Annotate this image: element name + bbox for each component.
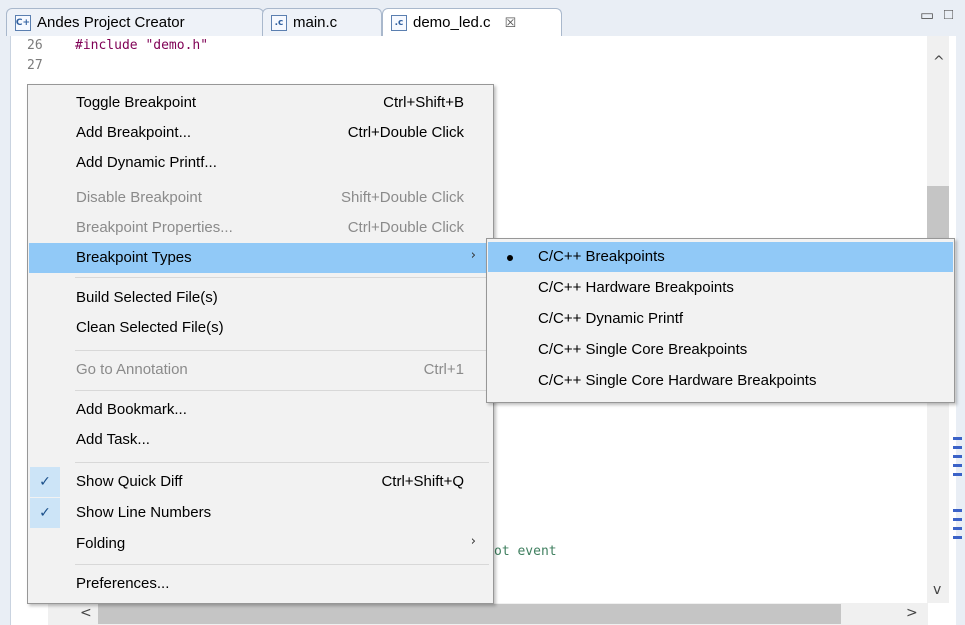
tab-label: demo_led.c — [413, 14, 491, 31]
menu-item-label: Go to Annotation — [76, 361, 188, 378]
annotation-marker[interactable] — [953, 527, 962, 530]
scroll-down-icon[interactable]: v — [933, 582, 941, 598]
submenu-item-cc-hardware-breakpoints[interactable]: C/C++ Hardware Breakpoints — [488, 273, 953, 303]
checkmark-icon: ✓ — [30, 467, 60, 497]
close-icon[interactable]: ☒ — [505, 15, 517, 31]
annotation-marker[interactable] — [953, 464, 962, 467]
menu-item-label: Show Line Numbers — [76, 504, 212, 521]
menu-item-label: Toggle Breakpoint — [76, 94, 197, 111]
menu-separator — [75, 564, 489, 565]
scroll-up-icon[interactable]: ^ — [933, 54, 945, 70]
submenu-item-cc-dynamic-printf[interactable]: C/C++ Dynamic Printf — [488, 304, 953, 334]
code-line: #include "demo.h" — [75, 38, 209, 53]
annotation-marker[interactable] — [953, 473, 962, 476]
submenu-item-label: C/C++ Dynamic Printf — [538, 310, 684, 327]
menu-item-shortcut: Ctrl+Shift+B — [383, 94, 464, 111]
menu-item-shortcut: Ctrl+Shift+Q — [381, 473, 464, 490]
menu-item-label: Breakpoint Properties... — [76, 219, 233, 236]
scroll-right-icon[interactable]: > — [906, 605, 918, 621]
annotation-marker[interactable] — [953, 437, 962, 440]
menu-item-breakpoint-properties: Breakpoint Properties... Ctrl+Double Cli… — [29, 213, 492, 243]
annotation-marker[interactable] — [953, 509, 962, 512]
menu-item-label: Add Task... — [76, 431, 150, 448]
cpp-project-icon: C+ — [15, 14, 31, 31]
menu-item-label: Build Selected File(s) — [76, 289, 218, 306]
tab-label: Andes Project Creator — [37, 14, 185, 31]
submenu-item-cc-single-core-breakpoints[interactable]: C/C++ Single Core Breakpoints — [488, 335, 953, 365]
editor-tab-bar: C+ Andes Project Creator .c main.c .c de… — [0, 0, 965, 36]
menu-item-preferences[interactable]: Preferences... — [29, 569, 492, 599]
submenu-item-label: C/C++ Single Core Breakpoints — [538, 341, 748, 358]
line-number: 27 — [27, 58, 43, 73]
menu-separator — [75, 277, 489, 278]
line-number: 26 — [27, 38, 43, 53]
menu-item-label: Breakpoint Types — [76, 249, 192, 266]
menu-separator — [75, 350, 489, 351]
tab-label: main.c — [293, 14, 338, 31]
menu-item-label: Show Quick Diff — [76, 473, 183, 490]
menu-item-add-bookmark[interactable]: Add Bookmark... — [29, 395, 492, 425]
menu-item-go-to-annotation: Go to Annotation Ctrl+1 — [29, 355, 492, 385]
submenu-item-label: C/C++ Hardware Breakpoints — [538, 279, 734, 296]
menu-item-shortcut: Ctrl+Double Click — [347, 219, 464, 236]
horizontal-scroll-thumb[interactable] — [98, 604, 841, 624]
chevron-right-icon: › — [470, 534, 476, 549]
menu-item-label: Add Breakpoint... — [76, 124, 192, 141]
menu-item-breakpoint-types[interactable]: Breakpoint Types › — [29, 243, 492, 273]
submenu-item-cc-breakpoints[interactable]: C/C++ Breakpoints — [488, 242, 953, 272]
c-file-icon: .c — [271, 14, 287, 31]
menu-item-disable-breakpoint: Disable Breakpoint Shift+Double Click — [29, 183, 492, 213]
menu-item-add-dynamic-printf[interactable]: Add Dynamic Printf... — [29, 148, 492, 178]
menu-separator — [75, 462, 489, 463]
tab-main-c[interactable]: .c main.c — [262, 8, 382, 36]
menu-item-label: Disable Breakpoint — [76, 189, 202, 206]
editor-context-menu: Toggle Breakpoint Ctrl+Shift+B Add Break… — [27, 84, 494, 604]
code-comment-fragment: ot event — [494, 544, 557, 559]
menu-item-shortcut: Ctrl+1 — [423, 361, 464, 378]
menu-item-label: Preferences... — [76, 575, 170, 592]
menu-item-label: Add Dynamic Printf... — [76, 154, 217, 171]
menu-separator — [75, 390, 489, 391]
minimize-icon[interactable]: ▭ — [920, 6, 934, 24]
menu-item-add-breakpoint[interactable]: Add Breakpoint... Ctrl+Double Click — [29, 118, 492, 148]
breakpoint-types-submenu: C/C++ Breakpoints C/C++ Hardware Breakpo… — [486, 238, 955, 403]
menu-item-show-line-numbers[interactable]: ✓ Show Line Numbers — [29, 498, 492, 528]
annotation-marker[interactable] — [953, 455, 962, 458]
submenu-item-label: C/C++ Single Core Hardware Breakpoints — [538, 372, 817, 389]
menu-item-add-task[interactable]: Add Task... — [29, 425, 492, 455]
menu-item-toggle-breakpoint[interactable]: Toggle Breakpoint Ctrl+Shift+B — [29, 88, 492, 118]
checkmark-icon: ✓ — [30, 498, 60, 528]
c-file-icon: .c — [391, 14, 407, 31]
radio-selected-icon — [507, 255, 513, 261]
maximize-icon[interactable]: □ — [944, 6, 953, 23]
tab-demo-led-c[interactable]: .c demo_led.c ☒ — [382, 8, 562, 36]
menu-item-build-selected-files[interactable]: Build Selected File(s) — [29, 283, 492, 313]
menu-item-shortcut: Shift+Double Click — [341, 189, 464, 206]
tab-andes-project-creator[interactable]: C+ Andes Project Creator — [6, 8, 264, 36]
scroll-left-icon[interactable]: < — [80, 605, 92, 621]
chevron-right-icon: › — [470, 248, 476, 263]
menu-item-show-quick-diff[interactable]: ✓ Show Quick Diff Ctrl+Shift+Q — [29, 467, 492, 497]
menu-item-shortcut: Ctrl+Double Click — [347, 124, 464, 141]
annotation-marker[interactable] — [953, 446, 962, 449]
menu-item-folding[interactable]: Folding › — [29, 529, 492, 559]
submenu-item-cc-single-core-hardware-breakpoints[interactable]: C/C++ Single Core Hardware Breakpoints — [488, 366, 953, 396]
menu-item-label: Clean Selected File(s) — [76, 319, 224, 336]
annotation-marker[interactable] — [953, 518, 962, 521]
submenu-item-label: C/C++ Breakpoints — [538, 248, 665, 265]
menu-item-label: Add Bookmark... — [76, 401, 187, 418]
annotation-marker[interactable] — [953, 536, 962, 539]
menu-item-clean-selected-files[interactable]: Clean Selected File(s) — [29, 313, 492, 343]
menu-item-label: Folding — [76, 535, 126, 552]
